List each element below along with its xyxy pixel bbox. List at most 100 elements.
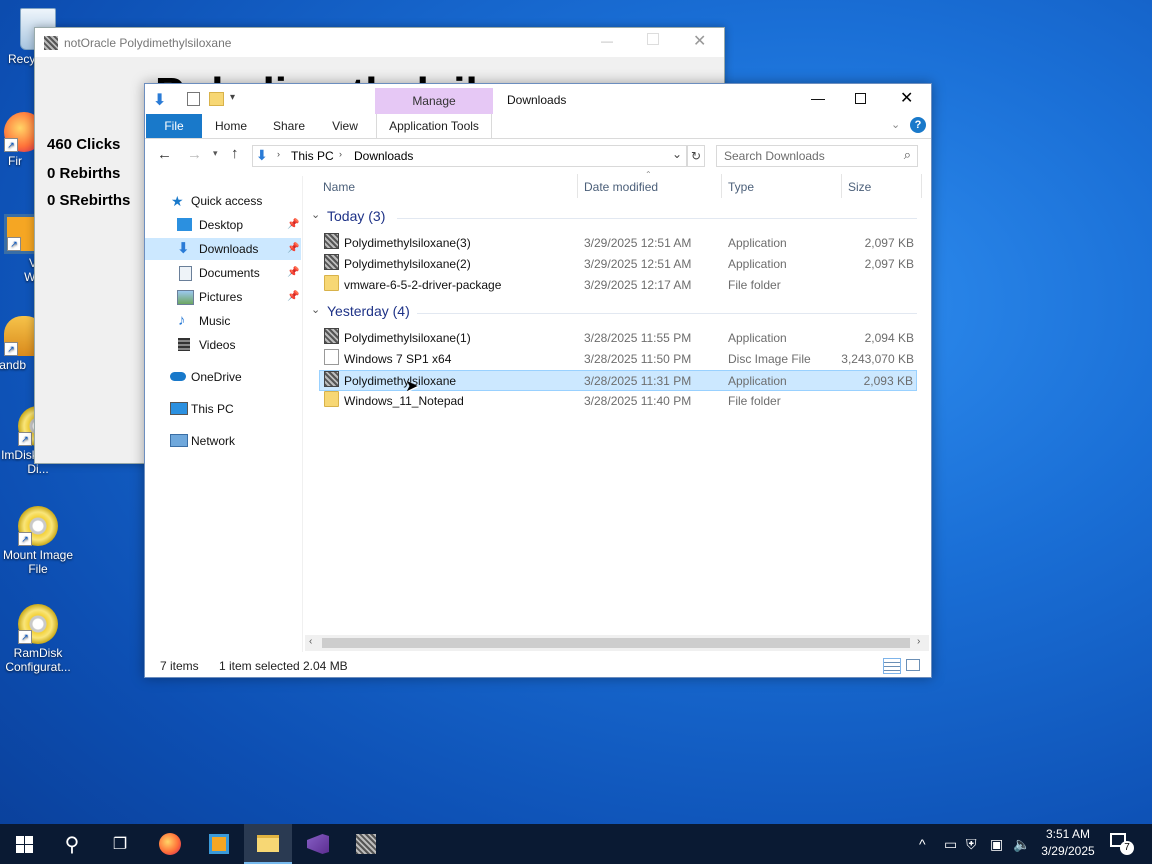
folder-icon <box>324 275 339 291</box>
properties-icon[interactable] <box>187 92 200 106</box>
clock[interactable]: 3:51 AM 3/29/2025 <box>1036 826 1100 862</box>
bg-window-titlebar[interactable]: notOracle Polydimethylsiloxane — ✕ <box>35 28 724 57</box>
navigation-pane: ★ Quick access Desktop 📌 ⬇ Downloads 📌 D… <box>145 176 303 652</box>
new-folder-icon[interactable] <box>209 92 224 106</box>
maximize-icon[interactable] <box>855 93 866 104</box>
folder-row[interactable]: vmware-6-5-2-driver-package 3/29/2025 12… <box>320 275 917 295</box>
desktop-icon-ramdisk[interactable]: ↗ RamDisk Configurat... <box>0 604 76 674</box>
task-view-button[interactable]: ❐ <box>96 824 144 864</box>
bg-minimize-icon[interactable]: — <box>601 34 613 48</box>
windows-logo-icon <box>15 835 33 853</box>
address-bar[interactable]: ⬇ › This PC › Downloads ⌄ <box>252 145 687 167</box>
shortcut-arrow-icon: ↗ <box>7 237 21 251</box>
bg-maximize-icon[interactable] <box>647 33 659 45</box>
download-arrow-icon[interactable]: ⬇ <box>153 90 166 110</box>
file-row[interactable]: Windows 7 SP1 x64 3/28/2025 11:50 PM Dis… <box>320 349 917 369</box>
refresh-icon[interactable]: ↻ <box>687 145 705 167</box>
bg-close-icon[interactable]: ✕ <box>693 31 706 51</box>
tab-file[interactable]: File <box>146 114 202 138</box>
status-bar: 7 items 1 item selected 2.04 MB <box>145 655 931 677</box>
folder-icon <box>257 834 279 852</box>
volume-muted-icon[interactable]: 🔈 <box>1013 836 1030 853</box>
sidebar-item-network[interactable]: Network <box>145 430 301 452</box>
taskbar-firefox[interactable] <box>146 824 194 864</box>
security-icon[interactable]: ⛨ <box>966 836 977 853</box>
up-arrow-icon[interactable]: ↑ <box>231 145 239 162</box>
sidebar-item-quick-access[interactable]: ★ Quick access <box>145 190 301 212</box>
taskbar: ⚲ ❐ ^ ▭ ⛨ ▣ 🔈 3:51 AM 3/29/2025 7 <box>0 824 1152 864</box>
pin-icon[interactable]: 📌 <box>287 262 299 284</box>
file-explorer-window[interactable]: ⬇ ▾ Manage Downloads — ✕ File Home Share… <box>144 83 932 678</box>
column-header-type[interactable]: Type <box>728 176 754 198</box>
collapse-chevron-icon: ⌄ <box>311 304 321 316</box>
column-header-date-modified[interactable]: Date modified <box>584 176 658 198</box>
help-icon[interactable]: ? <box>910 117 926 133</box>
desktop-icon-mount-image[interactable]: ↗ Mount Image File <box>0 506 76 576</box>
file-row[interactable]: Polydimethylsiloxane(3) 3/29/2025 12:51 … <box>320 233 917 253</box>
pictures-icon <box>177 290 194 305</box>
recent-locations-icon[interactable]: ▾ <box>213 148 218 159</box>
scroll-right-icon[interactable]: › <box>917 636 920 647</box>
tab-view[interactable]: View <box>321 114 369 138</box>
qat-dropdown-icon[interactable]: ▾ <box>230 92 235 103</box>
taskbar-polydimethylsiloxane[interactable] <box>342 824 390 864</box>
taskbar-visual-studio[interactable] <box>294 824 342 864</box>
notification-count-badge: 7 <box>1120 841 1134 855</box>
explorer-titlebar[interactable]: ⬇ ▾ Manage Downloads — ✕ <box>145 84 931 114</box>
file-row[interactable]: Polydimethylsiloxane(1) 3/28/2025 11:55 … <box>320 328 917 348</box>
sidebar-item-desktop[interactable]: Desktop 📌 <box>145 214 301 236</box>
scrollbar-thumb[interactable] <box>322 638 910 648</box>
horizontal-scrollbar[interactable]: ‹ › <box>305 635 929 651</box>
scroll-left-icon[interactable]: ‹ <box>309 636 312 647</box>
action-center-button[interactable]: 7 <box>1108 833 1134 857</box>
tab-application-tools[interactable]: Application Tools <box>376 114 492 138</box>
address-dropdown-icon[interactable]: ⌄ <box>672 147 682 161</box>
start-button[interactable] <box>0 824 48 864</box>
sidebar-item-onedrive[interactable]: OneDrive <box>145 366 301 388</box>
breadcrumb-separator-icon: › <box>339 149 342 159</box>
column-header-name[interactable]: Name <box>323 176 355 198</box>
sidebar-item-videos[interactable]: Videos <box>145 334 301 356</box>
manage-context-tab[interactable]: Manage <box>375 88 493 114</box>
tab-home[interactable]: Home <box>207 114 255 138</box>
tab-share[interactable]: Share <box>265 114 313 138</box>
taskbar-vmware[interactable] <box>195 824 243 864</box>
pin-icon[interactable]: 📌 <box>287 238 299 260</box>
sidebar-item-this-pc[interactable]: This PC <box>145 398 301 420</box>
vmware-icon <box>209 834 229 854</box>
ribbon-expand-icon[interactable]: ⌄ <box>891 118 900 131</box>
pin-icon[interactable]: 📌 <box>287 214 299 236</box>
breadcrumb-this-pc[interactable]: This PC <box>291 149 334 163</box>
file-row[interactable]: Polydimethylsiloxane(2) 3/29/2025 12:51 … <box>320 254 917 274</box>
network-status-icon[interactable]: ▣ <box>990 836 1003 853</box>
sidebar-item-pictures[interactable]: Pictures 📌 <box>145 286 301 308</box>
sidebar-item-downloads[interactable]: ⬇ Downloads 📌 <box>145 238 301 260</box>
sidebar-item-music[interactable]: ♪ Music <box>145 310 301 332</box>
breadcrumb-downloads[interactable]: Downloads <box>354 149 413 163</box>
task-view-icon: ❐ <box>112 836 128 853</box>
pin-icon[interactable]: 📌 <box>287 286 299 308</box>
search-input[interactable]: Search Downloads ⌕ <box>716 145 918 167</box>
navigation-bar: ← → ▾ ↑ ⬇ › This PC › Downloads ⌄ ↻ Sear… <box>145 139 931 171</box>
forward-arrow-icon[interactable]: → <box>187 146 202 163</box>
close-icon[interactable]: ✕ <box>900 88 913 108</box>
clock-time: 3:51 AM <box>1045 827 1091 841</box>
back-arrow-icon[interactable]: ← <box>157 146 172 163</box>
search-button[interactable]: ⚲ <box>48 824 96 864</box>
mount-image-disc-icon: ↗ <box>18 506 58 546</box>
application-icon <box>324 371 339 387</box>
details-view-icon[interactable] <box>883 658 901 674</box>
column-header-size[interactable]: Size <box>848 176 871 198</box>
large-icons-view-icon[interactable] <box>906 659 920 671</box>
application-icon <box>324 328 339 344</box>
clock-date: 3/29/2025 <box>1041 844 1095 858</box>
shortcut-arrow-icon: ↗ <box>18 532 32 546</box>
sidebar-item-documents[interactable]: Documents 📌 <box>145 262 301 284</box>
documents-icon <box>179 266 192 281</box>
minimize-icon[interactable]: — <box>811 90 825 106</box>
srebirths-counter: 0 SRebirths <box>47 192 131 209</box>
show-hidden-icons-chevron-icon[interactable]: ^ <box>919 836 926 852</box>
taskbar-file-explorer[interactable] <box>244 824 292 864</box>
meet-now-icon[interactable]: ▭ <box>944 836 957 853</box>
videos-icon <box>178 338 190 351</box>
